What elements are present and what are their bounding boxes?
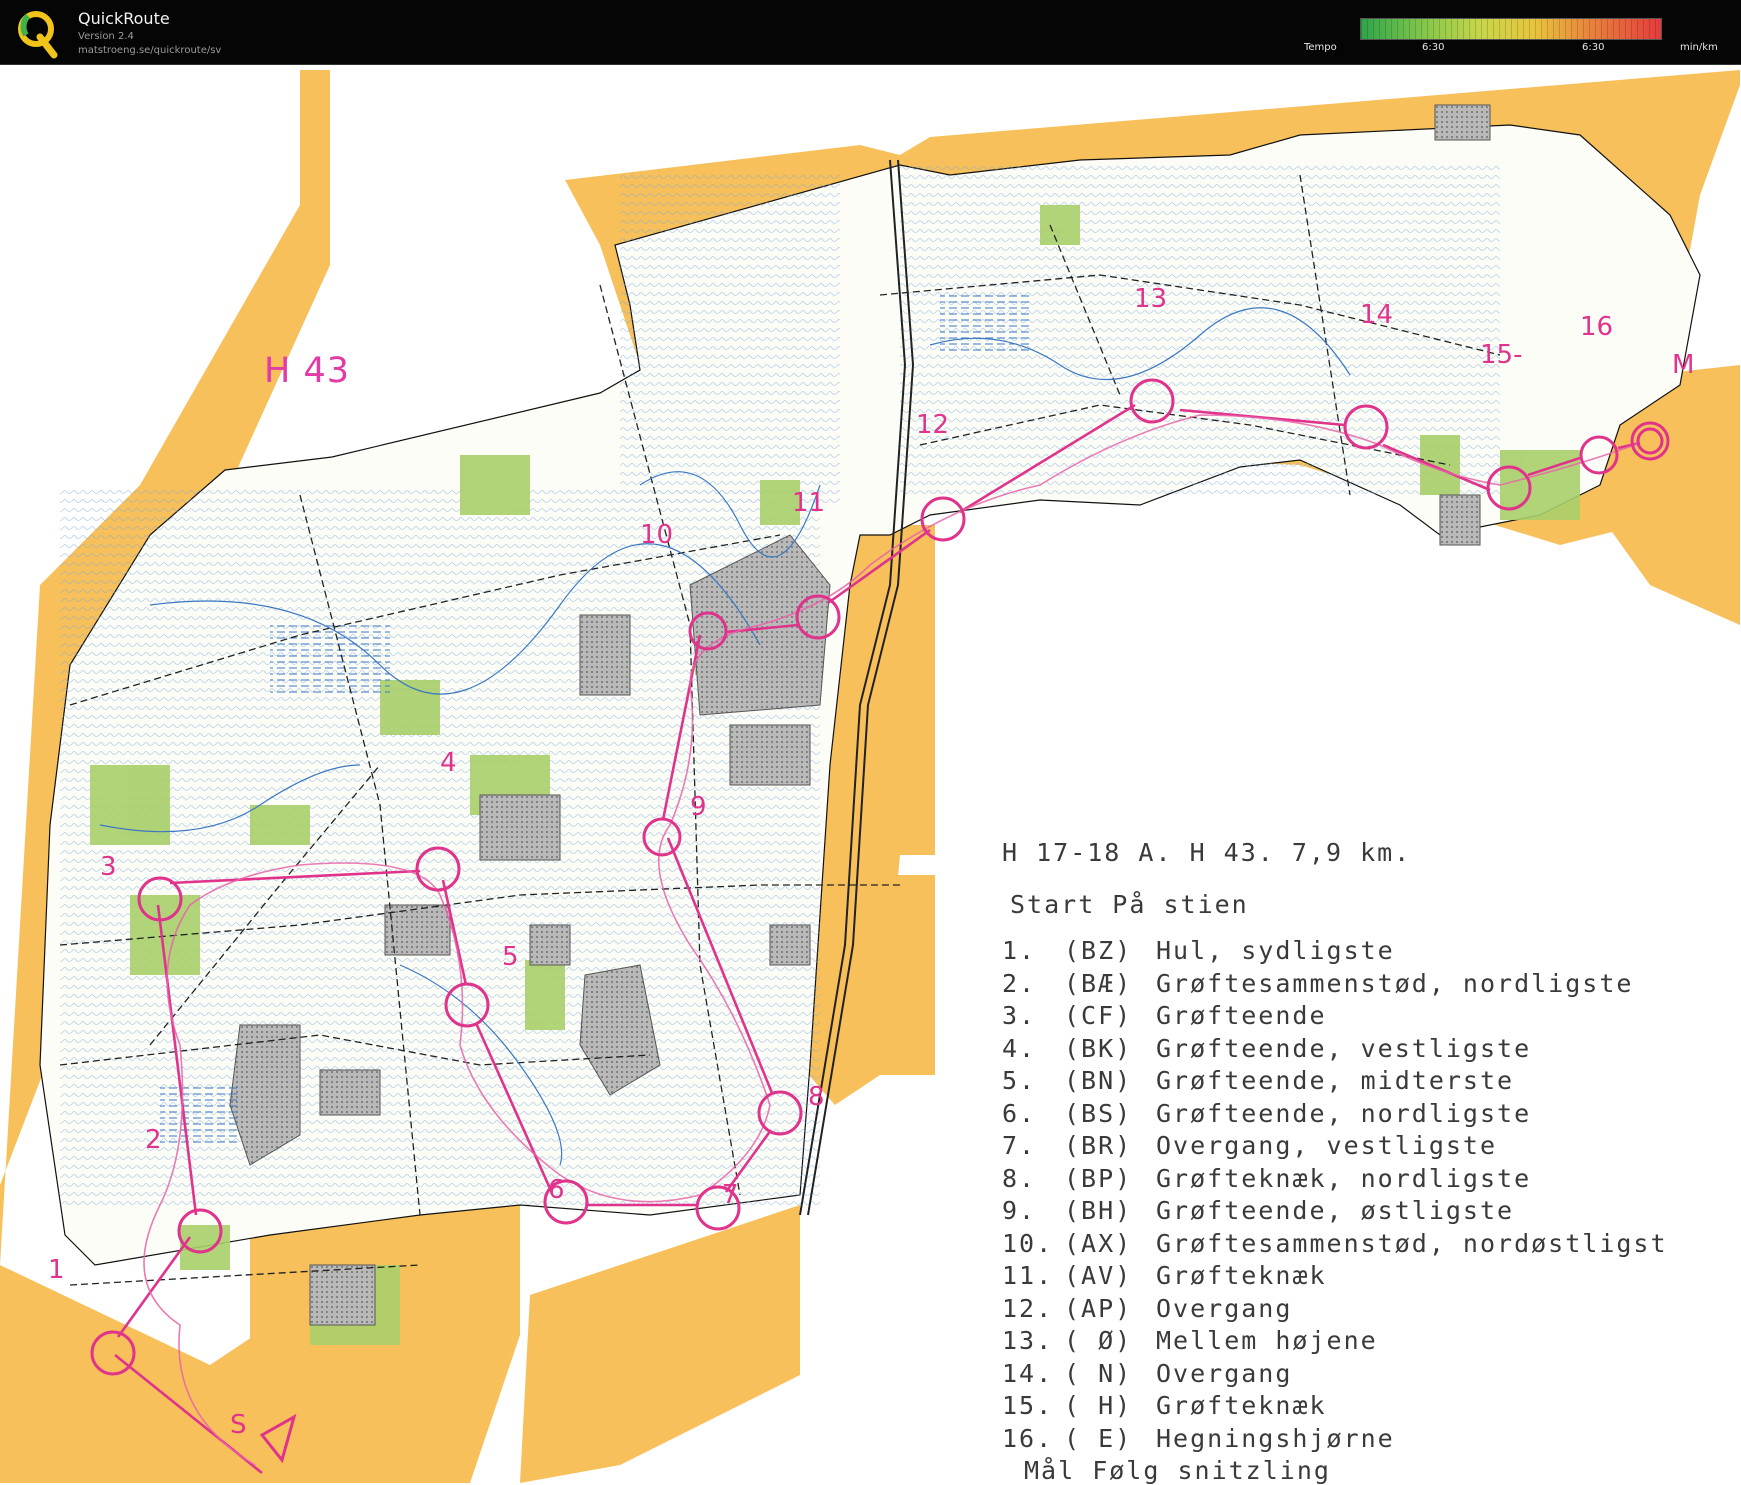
control-description: Grøfteende, midterste [1156, 1066, 1515, 1095]
orienteering-map[interactable]: H 43 1 2 3 4 5 6 7 8 9 10 11 12 13 14 15- 16 S M [0, 65, 1741, 1483]
control-number: 1. [1002, 936, 1037, 965]
control-description: Grøfteende, østligste [1156, 1196, 1515, 1225]
control-description: Grøfteende [1156, 1001, 1327, 1030]
map-canvas[interactable] [0, 65, 1741, 1483]
finish-label: M [1672, 350, 1695, 380]
control-code: (BH) [1064, 1196, 1133, 1225]
control-number: 4. [1002, 1033, 1037, 1063]
description-row: 8. (BP) Grøfteknæk, nordligste [1002, 1164, 1531, 1197]
description-row: 14. ( N) Overgang [1002, 1359, 1292, 1392]
control-description: Grøfteknæk [1156, 1261, 1327, 1290]
legend-title: Tempo [1304, 42, 1337, 53]
legend-max: 6:30 [1582, 42, 1605, 53]
control-description: Mellem højene [1156, 1326, 1378, 1355]
control-number: 3. [1002, 1001, 1037, 1030]
control-description: Hegningshjørne [1156, 1423, 1395, 1453]
app-header: QuickRoute Version 2.4 matstroeng.se/qui… [0, 0, 1741, 65]
control-code: (BP) [1064, 1163, 1133, 1193]
description-row: 4. (BK) Grøfteende, vestligste [1002, 1034, 1531, 1067]
quickroute-logo-icon [18, 11, 58, 59]
description-row: 15. ( H) Grøfteknæk [1002, 1391, 1327, 1424]
control-number: 16. [1002, 1423, 1054, 1453]
control-label-5: 5 [502, 942, 519, 972]
control-code: (BS) [1064, 1098, 1133, 1128]
course-label: H 43 [264, 351, 350, 391]
control-description: Grøftesammenstød, nordligste [1156, 968, 1634, 998]
control-code: (BZ) [1064, 936, 1133, 965]
control-description: Grøftesammenstød, nordøstligst [1156, 1228, 1668, 1258]
control-code: ( H) [1064, 1391, 1133, 1420]
control-number: 6. [1002, 1098, 1037, 1128]
control-description: Grøfteende, nordligste [1156, 1098, 1532, 1128]
app-version: Version 2.4 [78, 31, 134, 42]
control-label-9: 9 [690, 792, 707, 822]
start-label: S [230, 1410, 247, 1440]
control-number: 7. [1002, 1131, 1037, 1160]
control-number: 2. [1002, 968, 1037, 998]
control-description: Grøfteknæk, nordligste [1156, 1163, 1532, 1193]
legend-unit: min/km [1680, 42, 1718, 53]
description-row: 7. (BR) Overgang, vestligste [1002, 1131, 1497, 1164]
control-label-13: 13 [1134, 284, 1168, 314]
description-row: 1. (BZ) Hul, sydligste [1002, 936, 1395, 969]
description-row: 11. (AV) Grøfteknæk [1002, 1261, 1327, 1294]
control-number: 15. [1002, 1391, 1054, 1420]
description-row: 10. (AX) Grøftesammenstød, nordøstligst [1002, 1229, 1668, 1262]
control-description: Overgang [1156, 1358, 1293, 1388]
control-code: ( N) [1064, 1358, 1133, 1388]
control-label-10: 10 [640, 520, 674, 550]
control-code: (AV) [1064, 1261, 1133, 1290]
control-number: 8. [1002, 1163, 1037, 1193]
control-label-2: 2 [145, 1125, 162, 1155]
description-row: 5. (BN) Grøfteende, midterste [1002, 1066, 1514, 1099]
pace-color-legend [1360, 18, 1662, 40]
app-name: QuickRoute [78, 9, 170, 28]
control-label-3: 3 [100, 852, 117, 882]
control-number: 9. [1002, 1196, 1037, 1225]
control-label-8: 8 [808, 1082, 825, 1112]
control-label-16: 16 [1580, 312, 1614, 342]
control-description: Hul, sydligste [1156, 936, 1395, 965]
control-label-15: 15- [1480, 340, 1523, 370]
control-description: Grøfteknæk [1156, 1391, 1327, 1420]
control-number: 11. [1002, 1261, 1054, 1290]
app-url[interactable]: matstroeng.se/quickroute/sv [78, 45, 221, 56]
control-label-4: 4 [440, 748, 457, 778]
description-row: 3. (CF) Grøfteende [1002, 1001, 1327, 1034]
description-row: 2. (BÆ) Grøftesammenstød, nordligste [1002, 969, 1633, 1002]
control-code: (BÆ) [1064, 968, 1133, 998]
control-code: (BN) [1064, 1066, 1133, 1095]
description-finish: Mål Følg snitzling [1024, 1456, 1331, 1485]
control-number: 14. [1002, 1358, 1054, 1388]
control-label-6: 6 [548, 1175, 565, 1205]
control-label-12: 12 [916, 410, 950, 440]
control-code: ( E) [1064, 1423, 1133, 1453]
control-code: (BR) [1064, 1131, 1133, 1160]
legend-min: 6:30 [1422, 42, 1445, 53]
control-number: 10. [1002, 1228, 1054, 1258]
control-label-14: 14 [1360, 300, 1394, 330]
control-label-7: 7 [722, 1180, 739, 1210]
control-code: (BK) [1064, 1033, 1133, 1063]
description-row: 12. (AP) Overgang [1002, 1294, 1292, 1327]
control-description: Overgang [1156, 1293, 1293, 1323]
control-number: 13. [1002, 1326, 1054, 1355]
control-description: Grøfteende, vestligste [1156, 1033, 1532, 1063]
control-label-1: 1 [48, 1255, 65, 1285]
description-row: 9. (BH) Grøfteende, østligste [1002, 1196, 1514, 1229]
description-row: 6. (BS) Grøfteende, nordligste [1002, 1099, 1531, 1132]
description-row: 16. ( E) Hegningshjørne [1002, 1424, 1395, 1457]
control-code: (CF) [1064, 1001, 1133, 1030]
control-number: 12. [1002, 1293, 1054, 1323]
description-row: 13. ( Ø) Mellem højene [1002, 1326, 1378, 1359]
description-header: H 17-18 A. H 43. 7,9 km. [1002, 838, 1412, 867]
control-label-11: 11 [792, 488, 826, 518]
control-code: (AX) [1064, 1228, 1133, 1258]
control-code: ( Ø) [1064, 1326, 1133, 1355]
control-number: 5. [1002, 1066, 1037, 1095]
control-code: (AP) [1064, 1293, 1133, 1323]
control-description: Overgang, vestligste [1156, 1131, 1498, 1160]
description-start: Start På stien [1010, 890, 1249, 919]
